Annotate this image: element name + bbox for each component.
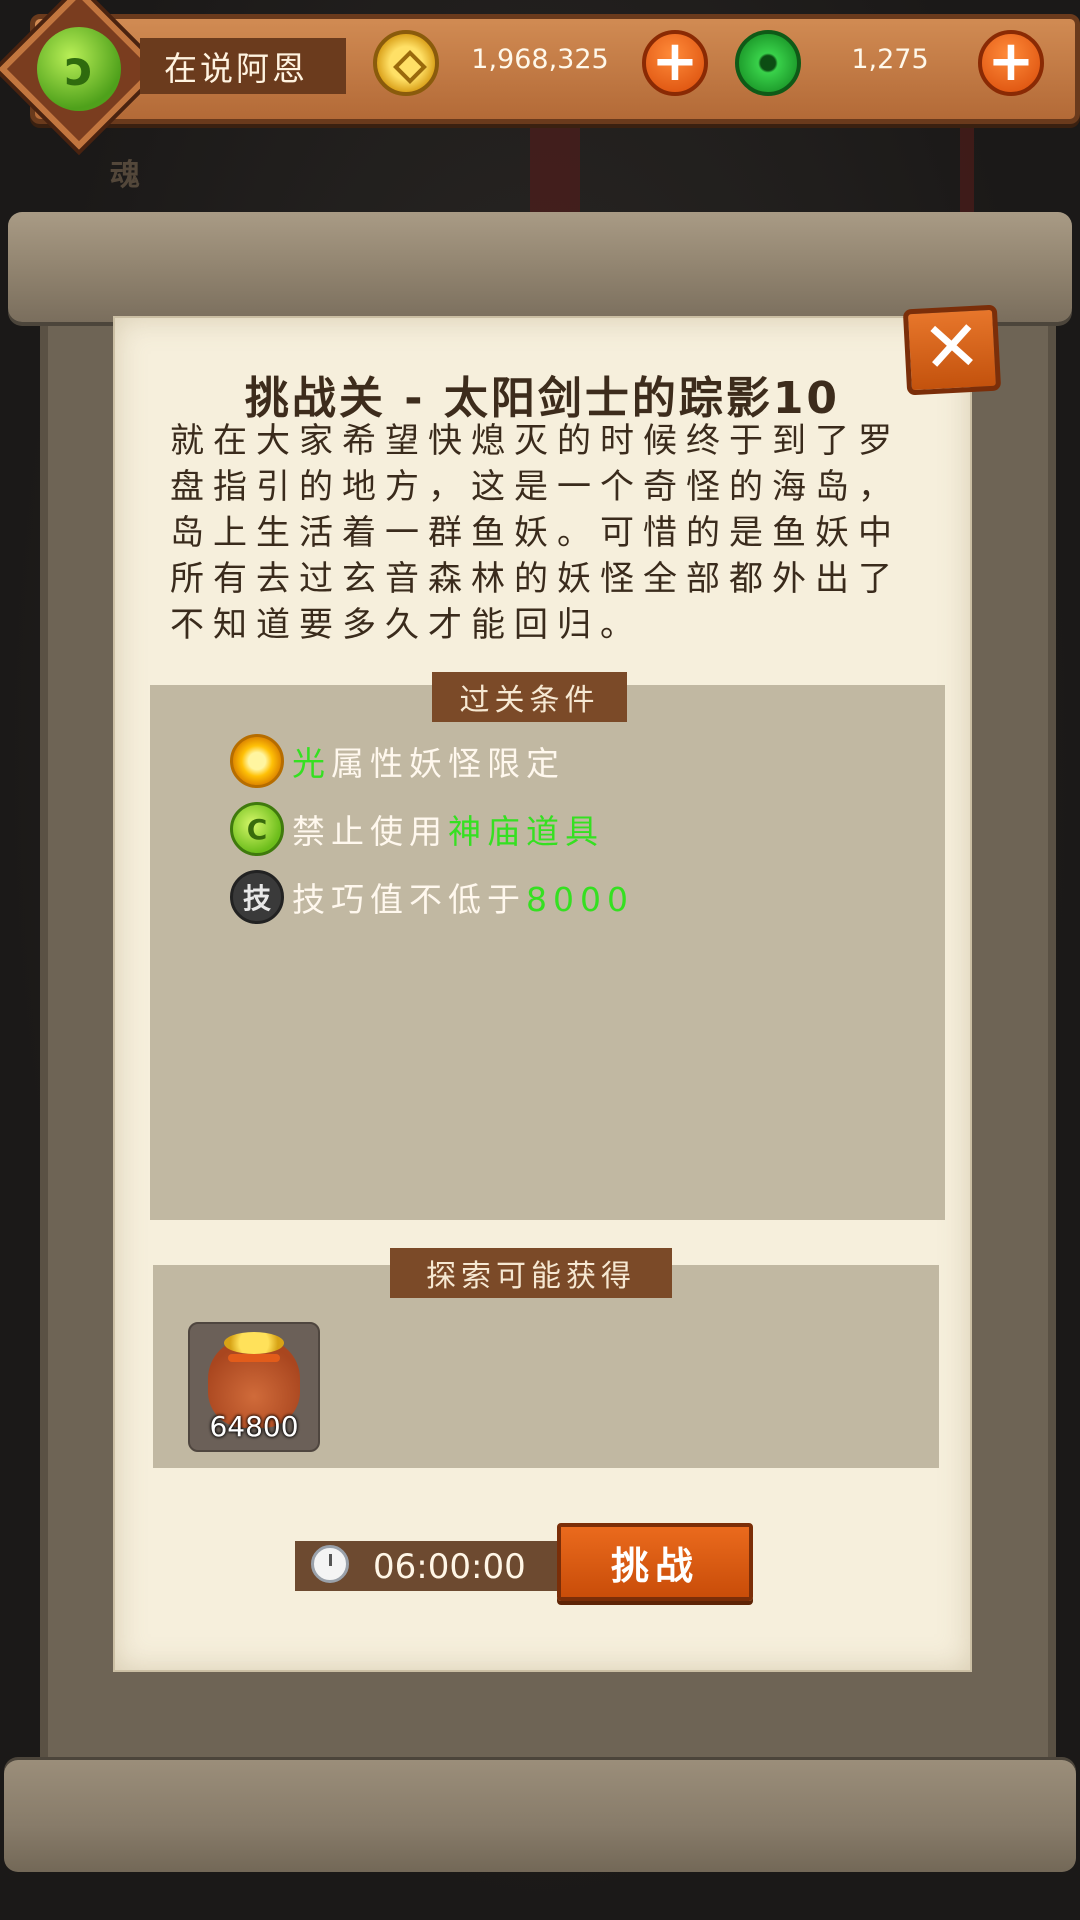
condition-row: 技 技巧值不低于8000	[230, 869, 634, 925]
timer-text: 06:00:00	[373, 1547, 526, 1587]
condition-highlight: 光	[292, 744, 331, 783]
dialog-title: 挑战关 - 太阳剑士的踪影10	[244, 373, 841, 424]
skill-icon: 技	[230, 870, 284, 924]
conditions-label: 过关条件	[432, 672, 627, 722]
reward-item[interactable]: 64800	[188, 1322, 320, 1452]
condition-highlight: 神庙道具	[448, 812, 604, 851]
condition-row: C 禁止使用神庙道具	[230, 801, 604, 857]
add-gold-button[interactable]: +	[642, 30, 708, 96]
jade-amount: 1,275	[851, 44, 929, 75]
timer-box: 06:00:00	[295, 1541, 565, 1591]
scroll-top-rod	[8, 212, 1072, 322]
stage-description: 就在大家希望快熄灭的时候终于到了罗盘指引的地方，这是一个奇怪的海岛，岛上生活着一…	[170, 421, 901, 645]
condition-row: 光属性妖怪限定	[230, 733, 565, 789]
avatar-dragon-icon[interactable]: ↄ	[37, 27, 121, 111]
condition-text: 禁止使用	[292, 812, 448, 851]
rewards-label: 探索可能获得	[390, 1248, 672, 1298]
challenge-button[interactable]: 挑战	[557, 1523, 753, 1601]
gold-amount: 1,968,325	[471, 44, 609, 75]
reward-count: 64800	[209, 1410, 299, 1443]
scroll-bottom-rod	[4, 1760, 1076, 1872]
condition-text: 属性妖怪限定	[331, 744, 565, 783]
player-name: 在说阿恩	[140, 38, 346, 94]
condition-text: 技巧值不低于	[292, 880, 526, 919]
jade-icon: C	[230, 802, 284, 856]
jade-coin-icon	[735, 30, 801, 96]
condition-highlight: 8000	[526, 880, 634, 919]
background-tag: 魂	[110, 158, 140, 193]
stopwatch-icon	[311, 1545, 349, 1583]
gold-coin-icon	[373, 30, 439, 96]
sun-icon	[230, 734, 284, 788]
add-jade-button[interactable]: +	[978, 30, 1044, 96]
background-banner	[530, 110, 580, 220]
